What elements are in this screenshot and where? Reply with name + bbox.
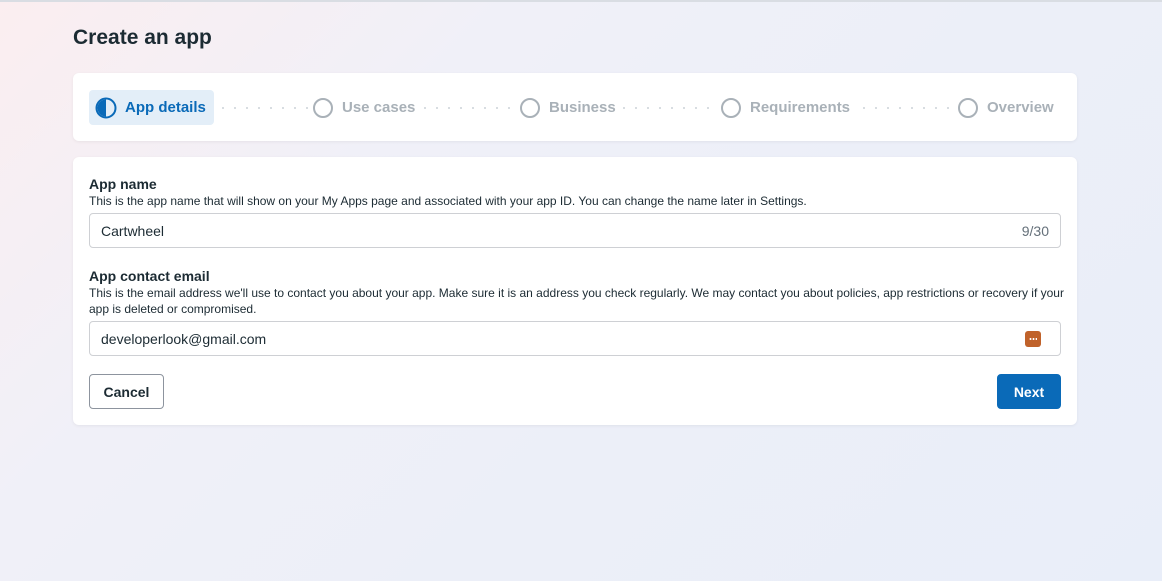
step-connector — [217, 107, 309, 109]
app-details-form: App name This is the app name that will … — [73, 157, 1077, 425]
step-label: Use cases — [342, 99, 416, 116]
app-name-value[interactable]: Cartwheel — [101, 223, 1022, 239]
password-manager-icon[interactable] — [1025, 330, 1041, 347]
contact-email-value[interactable]: developerlook@gmail.com — [101, 331, 1025, 347]
step-connector — [618, 107, 718, 109]
cancel-button[interactable]: Cancel — [89, 374, 164, 409]
app-name-input[interactable]: Cartwheel 9/30 — [89, 213, 1061, 248]
step-label: App details — [125, 99, 206, 116]
contact-email-help: This is the email address we'll use to c… — [89, 286, 1064, 316]
step-use-cases[interactable]: Use cases — [313, 90, 415, 125]
step-overview[interactable]: Overview — [958, 90, 1054, 125]
circle-icon — [721, 97, 741, 118]
contact-email-label: App contact email — [89, 268, 210, 284]
step-business[interactable]: Business — [520, 90, 616, 125]
stepper: App details Use cases Business Requireme… — [73, 73, 1077, 141]
half-circle-icon — [95, 97, 117, 118]
step-app-details[interactable]: App details — [89, 90, 214, 125]
step-label: Requirements — [750, 99, 851, 116]
circle-icon — [958, 97, 978, 118]
next-button[interactable]: Next — [997, 374, 1061, 409]
step-label: Overview — [987, 99, 1054, 116]
step-connector — [419, 107, 515, 109]
step-requirements[interactable]: Requirements — [721, 90, 850, 125]
step-connector — [858, 107, 954, 109]
app-name-label: App name — [89, 176, 157, 192]
circle-icon — [520, 97, 540, 118]
step-label: Business — [549, 99, 616, 116]
character-counter: 9/30 — [1021, 222, 1049, 239]
contact-email-input[interactable]: developerlook@gmail.com — [89, 321, 1061, 356]
app-name-help: This is the app name that will show on y… — [89, 194, 807, 208]
circle-icon — [313, 97, 333, 118]
page-title: Create an app — [73, 26, 212, 49]
